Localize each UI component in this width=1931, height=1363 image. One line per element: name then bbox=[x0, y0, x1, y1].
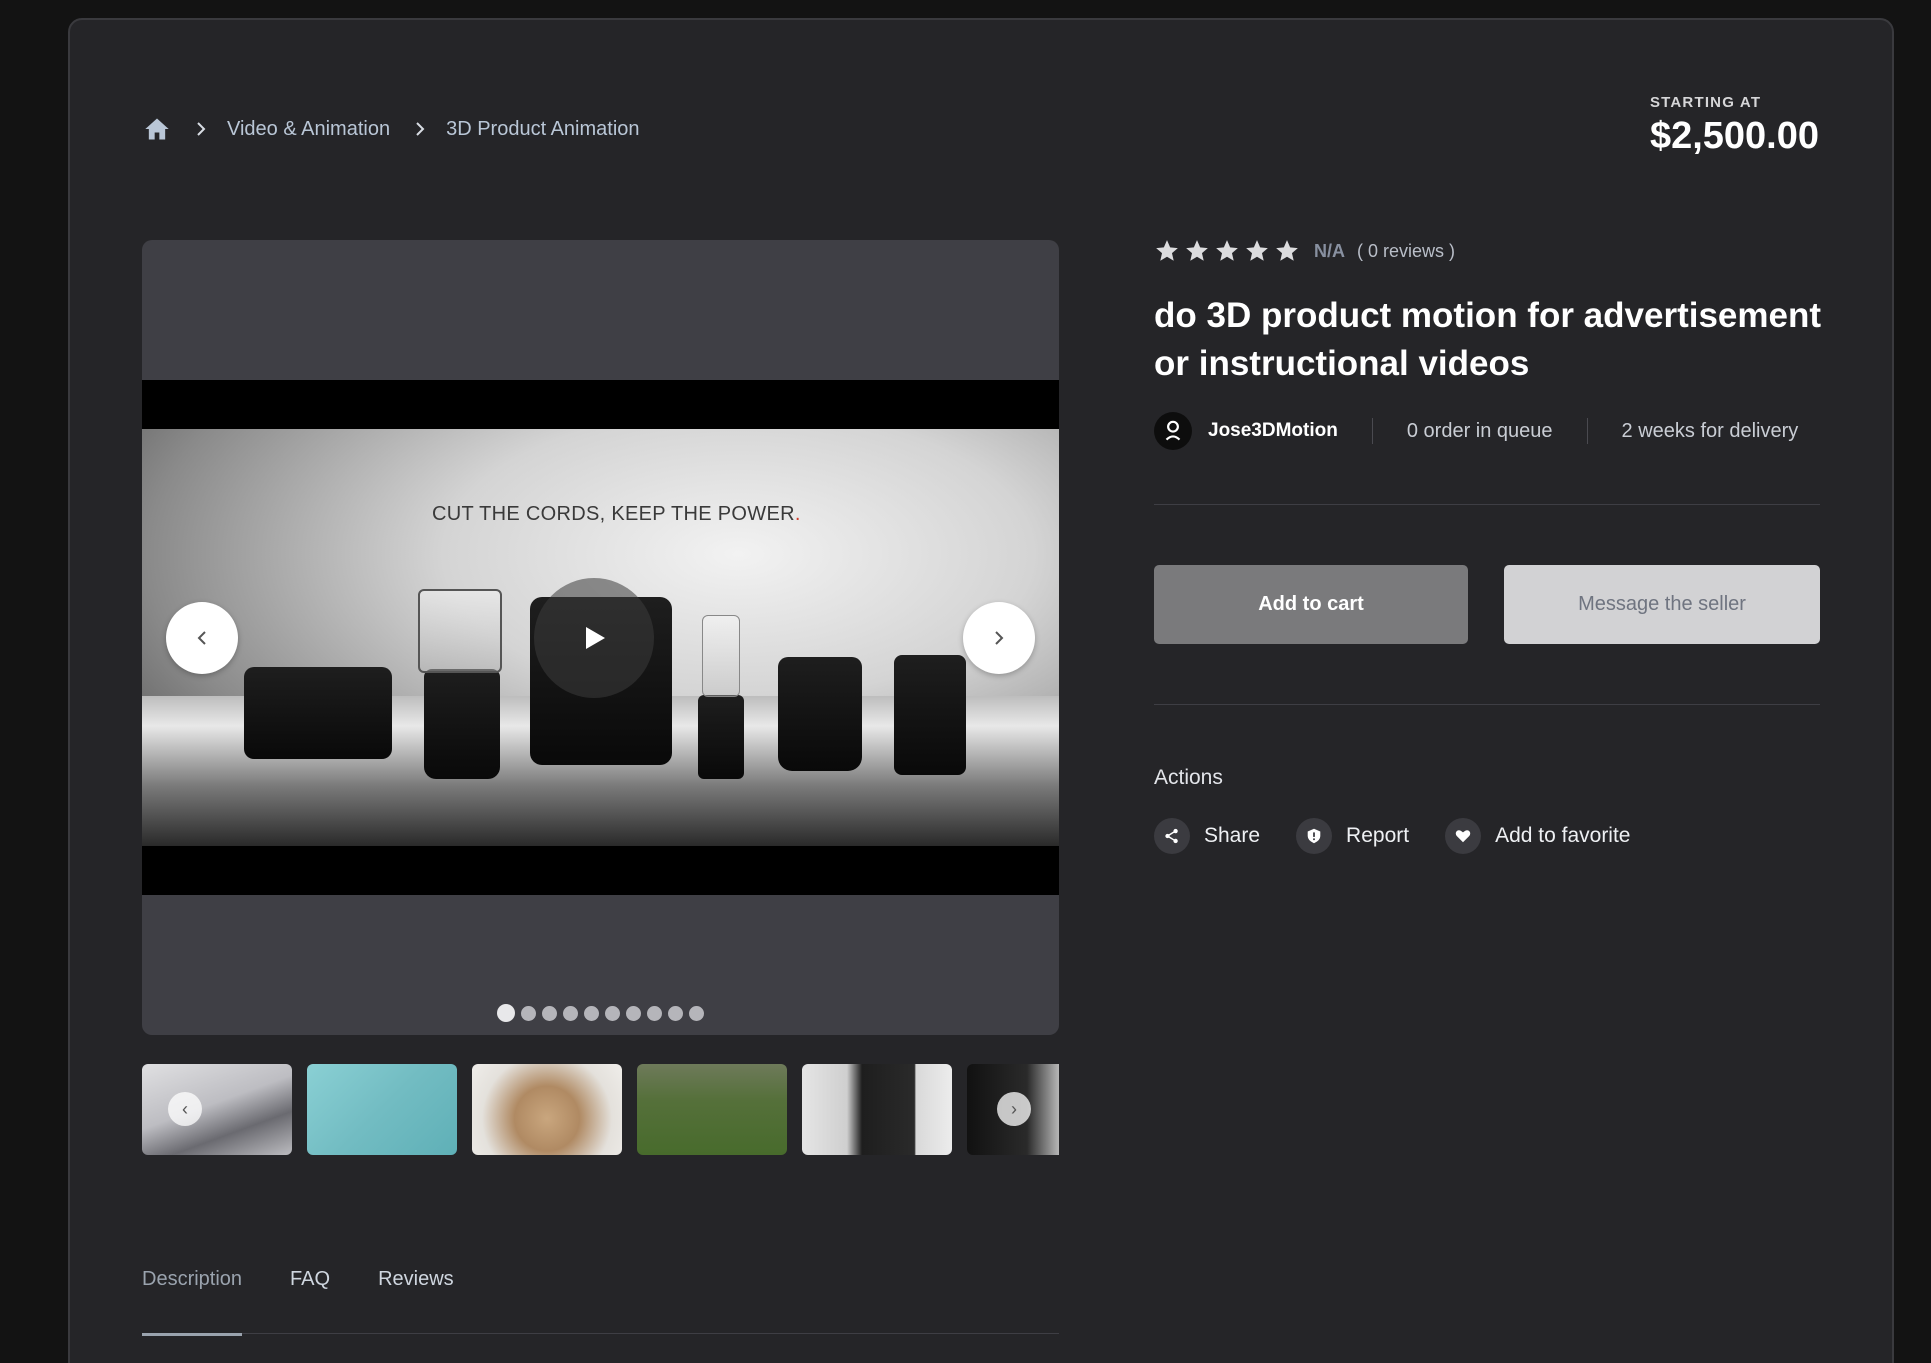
delivery-time: 2 weeks for delivery bbox=[1621, 419, 1799, 442]
thumbs-next-button[interactable]: › bbox=[997, 1092, 1031, 1126]
thumbnail-strip: ‹ › bbox=[142, 1064, 1059, 1155]
tagline-text: CUT THE CORDS, KEEP THE POWER bbox=[432, 503, 795, 525]
slide-dot[interactable] bbox=[563, 1005, 578, 1021]
blender-image bbox=[424, 669, 500, 779]
slide-dots bbox=[497, 1004, 704, 1022]
slide-dot[interactable] bbox=[647, 1005, 662, 1021]
message-seller-button[interactable]: Message the seller bbox=[1504, 565, 1820, 644]
price-label: STARTING AT bbox=[1649, 94, 1762, 111]
bottle-jar-image bbox=[702, 615, 740, 697]
actions-heading: Actions bbox=[1154, 766, 1223, 789]
actions-row: Share Report Add to favorite bbox=[1154, 818, 1631, 854]
home-icon[interactable] bbox=[143, 115, 171, 143]
chevron-left-icon bbox=[197, 631, 206, 645]
thumbnail-gear-assembly[interactable]: ‹ bbox=[142, 1064, 292, 1155]
share-action[interactable]: Share bbox=[1154, 818, 1260, 854]
heart-icon bbox=[1445, 818, 1482, 854]
next-slide-button[interactable] bbox=[963, 602, 1035, 674]
slide-dot[interactable] bbox=[542, 1005, 557, 1021]
slide-dot[interactable] bbox=[605, 1005, 620, 1021]
gig-title: do 3D product motion for advertisement o… bbox=[1154, 296, 1821, 383]
bottle-image bbox=[698, 695, 744, 779]
slide-dot[interactable] bbox=[689, 1005, 704, 1021]
add-to-cart-button[interactable]: Add to cart bbox=[1154, 565, 1468, 644]
slide-dot[interactable] bbox=[584, 1005, 599, 1021]
breadcrumb-video-animation[interactable]: Video & Animation bbox=[227, 118, 390, 141]
favorite-label: Add to favorite bbox=[1495, 824, 1631, 847]
star-icon bbox=[1276, 240, 1298, 261]
chevron-right-icon bbox=[191, 119, 211, 139]
thumbnail-soccer-goal[interactable] bbox=[637, 1064, 787, 1155]
thumbnail-appliance-closeup[interactable]: › bbox=[967, 1064, 1059, 1155]
price-box: STARTING AT $2,500.00 bbox=[1650, 94, 1819, 158]
tagline-dot: . bbox=[794, 503, 801, 525]
report-label: Report bbox=[1346, 824, 1410, 847]
divider bbox=[1371, 418, 1373, 444]
share-label: Share bbox=[1204, 824, 1261, 847]
chevron-right-icon bbox=[995, 631, 1004, 645]
user-icon bbox=[1165, 420, 1181, 441]
slide-dot[interactable] bbox=[668, 1005, 683, 1021]
play-icon bbox=[586, 627, 605, 649]
video-tagline: CUT THE CORDS, KEEP THE POWER. bbox=[432, 503, 801, 526]
slide-dot[interactable] bbox=[626, 1005, 641, 1021]
slide-dot[interactable] bbox=[521, 1005, 536, 1021]
rating-stars bbox=[1154, 238, 1300, 264]
thumbnail-black-appliance[interactable] bbox=[802, 1064, 952, 1155]
seller-name[interactable]: Jose3DMotion bbox=[1208, 420, 1338, 442]
chevron-right-icon bbox=[410, 119, 430, 139]
breadcrumb-3d-product-animation[interactable]: 3D Product Animation bbox=[446, 118, 639, 141]
slide-dot[interactable] bbox=[497, 1004, 515, 1022]
star-icon bbox=[1246, 240, 1268, 261]
rating-score: N/A bbox=[1314, 240, 1345, 261]
seller-row: Jose3DMotion 0 order in queue 2 weeks fo… bbox=[1154, 412, 1820, 450]
divider bbox=[1154, 504, 1820, 505]
star-icon bbox=[1156, 240, 1178, 261]
review-count[interactable]: ( 0 reviews ) bbox=[1357, 241, 1455, 262]
divider bbox=[1154, 704, 1820, 705]
shield-icon bbox=[1296, 818, 1333, 854]
favorite-action[interactable]: Add to favorite bbox=[1445, 818, 1631, 854]
coffee-maker-image bbox=[894, 655, 966, 775]
content-tabs: Description FAQ Reviews bbox=[142, 1262, 1059, 1336]
share-icon bbox=[1154, 818, 1190, 854]
report-action[interactable]: Report bbox=[1296, 818, 1409, 854]
prev-slide-button[interactable] bbox=[166, 602, 238, 674]
thumbnail-exploded-parts[interactable] bbox=[307, 1064, 457, 1155]
star-icon bbox=[1186, 240, 1208, 261]
play-button[interactable] bbox=[534, 578, 654, 698]
tab-faq[interactable]: FAQ bbox=[290, 1262, 330, 1334]
price-value: $2,500.00 bbox=[1649, 115, 1819, 157]
star-icon bbox=[1216, 240, 1238, 261]
thumbnail-headphones[interactable] bbox=[472, 1064, 622, 1155]
breadcrumb: Video & Animation 3D Product Animation bbox=[143, 113, 640, 145]
tab-description[interactable]: Description bbox=[142, 1262, 243, 1336]
rating-row: N/A ( 0 reviews ) bbox=[1154, 238, 1455, 264]
avatar[interactable] bbox=[1154, 412, 1192, 450]
divider bbox=[1586, 418, 1588, 444]
kettle-image bbox=[778, 657, 862, 771]
blender-jar-image bbox=[418, 589, 502, 673]
toaster-image bbox=[244, 667, 392, 759]
media-viewer: CUT THE CORDS, KEEP THE POWER. bbox=[142, 240, 1059, 1035]
queue-status: 0 order in queue bbox=[1406, 419, 1553, 442]
tab-reviews[interactable]: Reviews bbox=[378, 1262, 454, 1334]
thumbs-prev-button[interactable]: ‹ bbox=[168, 1092, 202, 1126]
